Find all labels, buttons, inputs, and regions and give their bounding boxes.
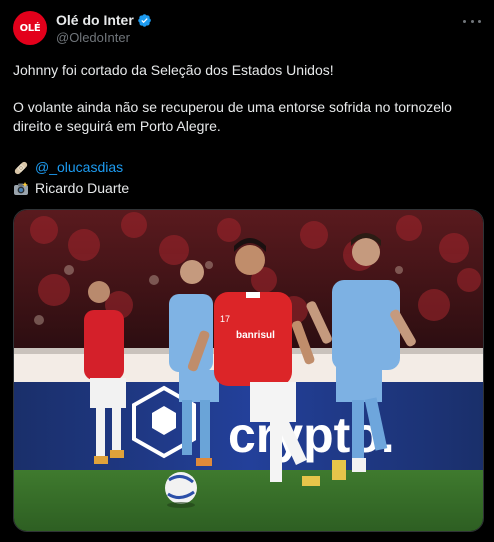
shirt-sponsor: banrisul xyxy=(236,330,275,341)
tweet-text-line2: O volante ainda não se recuperou de uma … xyxy=(13,99,452,134)
credit-author-row: @_olucasdias xyxy=(13,158,483,177)
verified-badge-icon xyxy=(138,13,151,27)
tweet-header: OLÉ Olé do Inter @OledoInter xyxy=(13,10,483,46)
camera-emoji-icon xyxy=(14,181,28,195)
credit-author-link[interactable]: @_olucasdias xyxy=(35,158,123,177)
author-names: Olé do Inter @OledoInter xyxy=(56,12,152,45)
more-options-icon[interactable] xyxy=(463,14,481,28)
bandage-emoji-icon xyxy=(14,161,28,174)
tweet-text-line1: Johnny foi cortado da Seleção dos Estado… xyxy=(13,62,334,78)
handle[interactable]: @OledoInter xyxy=(56,30,152,45)
display-name[interactable]: Olé do Inter xyxy=(56,12,134,28)
credit-photo-row: Ricardo Duarte xyxy=(13,179,483,198)
avatar-logo-text: OLÉ xyxy=(19,22,41,34)
avatar[interactable]: OLÉ xyxy=(13,11,47,45)
shirt-number: 17 xyxy=(220,314,230,324)
tweet-photo[interactable]: crypto. banrisul 17 xyxy=(13,209,484,532)
match-photo: crypto. banrisul 17 xyxy=(14,210,483,531)
credit-photo-name: Ricardo Duarte xyxy=(35,180,130,196)
name-row: Olé do Inter xyxy=(56,12,152,29)
